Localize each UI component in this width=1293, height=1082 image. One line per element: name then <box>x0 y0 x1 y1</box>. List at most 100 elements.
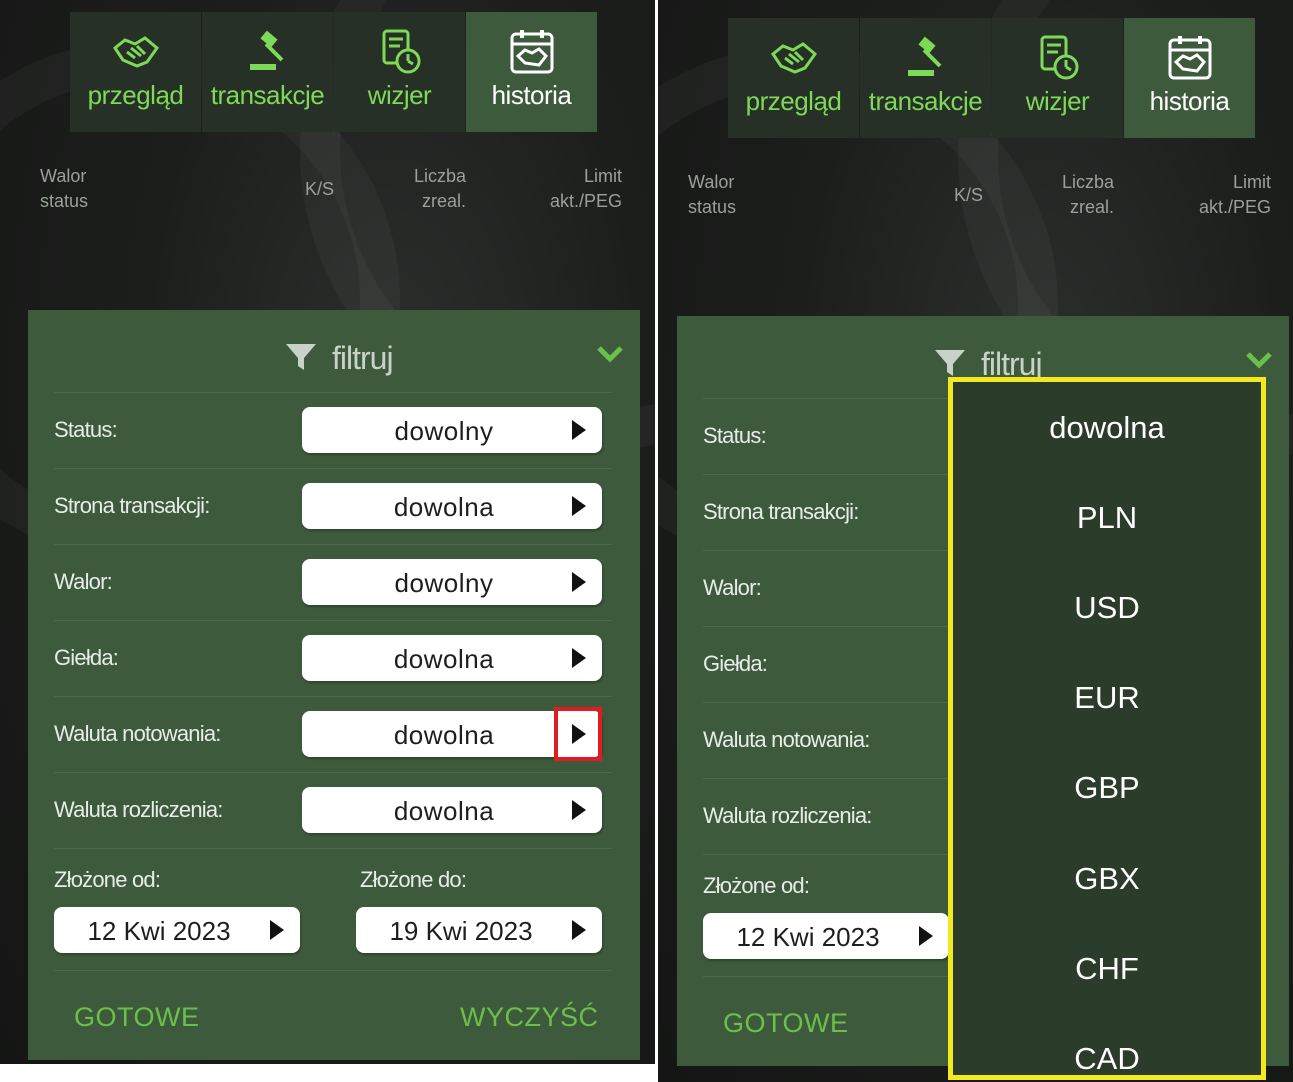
report-clock-icon <box>374 26 426 78</box>
filter-row-status: Status: dowolny <box>54 392 612 468</box>
row-label: Status: <box>54 417 118 442</box>
currency-option-dowolna[interactable]: dowolna <box>953 410 1261 446</box>
play-arrow-icon[interactable] <box>270 920 284 940</box>
selector-value: dowolna <box>393 796 495 826</box>
column-header-text: Limit <box>583 166 622 186</box>
play-arrow-icon[interactable] <box>572 572 586 592</box>
column-header-text: status <box>688 197 737 217</box>
date-from-picker[interactable]: 12 Kwi 2023 <box>54 907 300 953</box>
date-value: 19 Kwi 2023 <box>389 916 533 946</box>
tab-label: przegląd <box>745 86 842 116</box>
currency-option-gbp[interactable]: GBP <box>953 770 1261 806</box>
main-tabs: przegląd transakcje wizjer historia <box>70 12 598 132</box>
tab-historia[interactable]: historia <box>466 12 597 132</box>
column-header-text: Walor <box>688 172 735 192</box>
date-from-label: Złożone od: <box>703 873 810 898</box>
handshake-icon <box>768 32 820 84</box>
row-label: Walor: <box>54 569 113 594</box>
gavel-icon <box>242 26 294 78</box>
done-button[interactable]: GOTOWE <box>74 1002 200 1033</box>
currency-option-chf[interactable]: CHF <box>953 951 1261 987</box>
strona-transakcji-selector[interactable]: dowolna <box>302 483 602 529</box>
selector-value: dowolna <box>393 492 495 522</box>
currency-option-usd[interactable]: USD <box>953 590 1261 626</box>
tab-label: wizjer <box>367 80 432 110</box>
column-header-liczba: Liczba zreal. <box>1028 170 1114 220</box>
row-label: Walor: <box>703 575 762 600</box>
chevron-down-icon[interactable] <box>1245 350 1273 370</box>
tab-przeglad[interactable]: przegląd <box>70 12 201 132</box>
selector-value: dowolny <box>394 416 494 446</box>
filter-box: filtruj Status: dowolny Strona transakcj… <box>28 310 640 1060</box>
currency-option-pln[interactable]: PLN <box>953 500 1261 536</box>
column-header-text: akt./PEG <box>549 191 622 211</box>
column-header-text: Liczba <box>1061 172 1114 192</box>
row-label: Giełda: <box>703 651 768 676</box>
column-header-ks: K/S <box>305 179 335 199</box>
filter-header[interactable]: filtruj <box>28 310 640 392</box>
currency-option-cad[interactable]: CAD <box>953 1041 1261 1075</box>
funnel-icon <box>286 344 316 370</box>
row-label: Waluta notowania: <box>703 727 870 752</box>
column-header-text: zreal. <box>1069 197 1114 217</box>
gavel-icon <box>900 32 952 84</box>
play-arrow-icon[interactable] <box>572 496 586 516</box>
gielda-selector[interactable]: dowolna <box>302 635 602 681</box>
column-header-walor: Walor status <box>688 170 736 220</box>
column-header-text: akt./PEG <box>1198 197 1271 217</box>
handshake-icon <box>110 26 162 78</box>
selector-value: dowolny <box>394 568 494 598</box>
divider <box>54 970 612 971</box>
tab-wizjer[interactable]: wizjer <box>334 12 465 132</box>
report-clock-icon <box>1032 32 1084 84</box>
play-arrow-icon[interactable] <box>919 926 933 946</box>
date-from-picker[interactable]: 12 Kwi 2023 <box>703 913 949 959</box>
column-header-walor: Walor status <box>40 164 88 214</box>
waluta-notowania-selector[interactable]: dowolna <box>302 707 602 761</box>
column-header-text: Limit <box>1232 172 1271 192</box>
selector-value: dowolna <box>393 720 495 750</box>
row-label: Waluta notowania: <box>54 721 221 746</box>
column-header-limit: Limit akt./PEG <box>1168 170 1271 220</box>
play-arrow-icon[interactable] <box>572 800 586 820</box>
tab-label: transakcje <box>210 80 325 110</box>
walor-selector[interactable]: dowolny <box>302 559 602 605</box>
chevron-down-icon[interactable] <box>596 344 624 364</box>
tab-transakcje[interactable]: transakcje <box>860 18 991 138</box>
selector-value: dowolna <box>393 644 495 674</box>
filter-panel-screen: przegląd transakcje wizjer historia Walo… <box>0 0 655 1082</box>
done-button[interactable]: GOTOWE <box>723 1008 849 1039</box>
main-tabs: przegląd transakcje wizjer historia <box>728 18 1256 138</box>
screen-bottom-edge <box>0 1064 655 1082</box>
column-header-liczba: Liczba zreal. <box>380 164 466 214</box>
play-arrow-icon[interactable] <box>572 420 586 440</box>
row-label: Waluta rozliczenia: <box>703 803 872 828</box>
tab-label: historia <box>1149 86 1230 116</box>
currency-option-gbx[interactable]: GBX <box>953 861 1261 897</box>
calendar-handshake-icon <box>1164 32 1216 84</box>
column-header-text: status <box>40 191 89 211</box>
tab-historia[interactable]: historia <box>1124 18 1255 138</box>
play-arrow-icon[interactable] <box>572 648 586 668</box>
date-to-picker[interactable]: 19 Kwi 2023 <box>356 907 602 953</box>
currency-dropdown-list[interactable]: dowolna PLN USD EUR GBP GBX CHF CAD <box>948 377 1266 1080</box>
tab-przeglad[interactable]: przegląd <box>728 18 859 138</box>
funnel-icon <box>935 350 965 376</box>
row-label: Waluta rozliczenia: <box>54 797 223 822</box>
column-header-ks: K/S <box>954 185 984 205</box>
tab-transakcje[interactable]: transakcje <box>202 12 333 132</box>
row-label: Giełda: <box>54 645 119 670</box>
date-value: 12 Kwi 2023 <box>87 916 231 946</box>
status-selector[interactable]: dowolny <box>302 407 602 453</box>
currency-option-eur[interactable]: EUR <box>953 680 1261 716</box>
row-label: Strona transakcji: <box>703 499 859 524</box>
play-arrow-icon[interactable] <box>572 920 586 940</box>
date-value: 12 Kwi 2023 <box>736 922 880 952</box>
clear-button[interactable]: WYCZYŚĆ <box>460 1002 599 1033</box>
row-label: Strona transakcji: <box>54 493 210 518</box>
waluta-rozliczenia-selector[interactable]: dowolna <box>302 787 602 833</box>
tab-wizjer[interactable]: wizjer <box>992 18 1123 138</box>
tab-label: historia <box>491 80 572 110</box>
tab-label: przegląd <box>87 80 184 110</box>
row-label: Status: <box>703 423 767 448</box>
